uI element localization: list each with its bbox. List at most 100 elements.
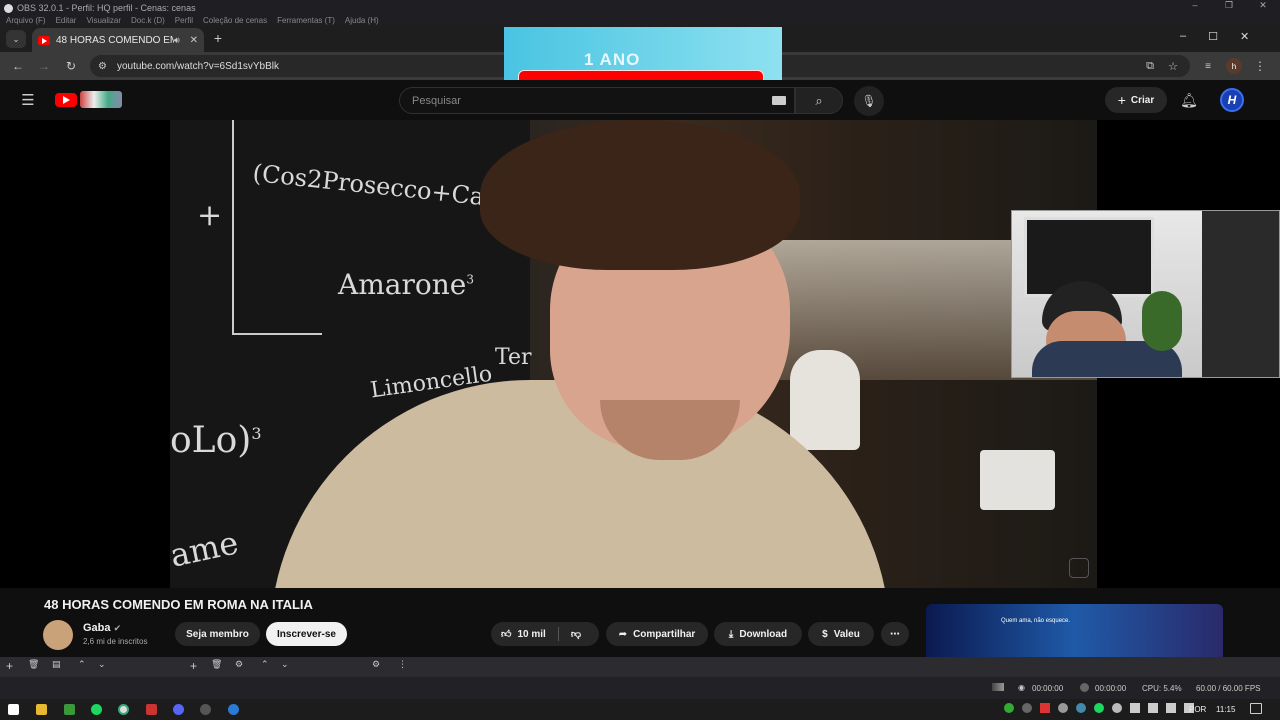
remove-source-icon[interactable]: 🗑︎ xyxy=(211,659,222,670)
tray-icon[interactable] xyxy=(1112,703,1122,713)
obs-taskbar-icon[interactable] xyxy=(200,704,211,715)
forward-icon[interactable]: → xyxy=(36,58,52,74)
speaker-icon[interactable]: 🔊︎ xyxy=(174,35,180,46)
video-title: 48 HORAS COMENDO EM ROMA NA ITALIA xyxy=(44,597,313,612)
chalk-amarone-text: Amarone xyxy=(338,268,467,301)
remove-scene-icon[interactable]: 🗑︎ xyxy=(28,659,39,670)
dislike-icon[interactable]: 👎︎ xyxy=(571,628,581,640)
notifications-bell-icon[interactable]: 🔔︎ xyxy=(1180,91,1198,109)
search-input[interactable]: Pesquisar xyxy=(399,87,795,114)
move-down-icon[interactable]: ⌄ xyxy=(98,659,106,670)
person-hair xyxy=(480,120,800,270)
browser-menu-icon[interactable]: ⋮ xyxy=(1254,58,1266,74)
source-down-icon[interactable]: ⌄ xyxy=(281,659,289,670)
file-explorer-icon[interactable] xyxy=(36,704,47,715)
tray-icon[interactable] xyxy=(1130,703,1140,713)
download-button[interactable]: ⤓ Download xyxy=(714,622,802,646)
voice-search-button[interactable]: 🎙︎ xyxy=(854,86,884,116)
account-avatar[interactable]: H xyxy=(1220,88,1244,112)
spotify-icon[interactable] xyxy=(91,704,102,715)
cast-icon[interactable]: ⧉ xyxy=(1146,60,1154,73)
chalk-fragment-text: oLo) xyxy=(170,420,252,461)
tray-icon[interactable] xyxy=(1094,703,1104,713)
record-time: 00:00:00 xyxy=(1095,684,1127,693)
browser-close-icon[interactable]: ✕ xyxy=(1240,30,1249,43)
menu-scene-collection[interactable]: Coleção de cenas xyxy=(203,16,267,25)
subscriber-count: 2,6 mi de inscritos xyxy=(83,637,148,646)
site-info-icon[interactable]: ⚙ xyxy=(98,61,107,72)
app-icon-2[interactable] xyxy=(146,704,157,715)
scene-filter-icon[interactable]: ▤ xyxy=(52,659,61,670)
menu-file[interactable]: Arquivo (F) xyxy=(6,16,46,25)
obs-title-bar: OBS 32.0.1 - Perfil: HQ perfil - Cenas: … xyxy=(0,0,1280,16)
join-button[interactable]: Seja membro xyxy=(175,622,260,646)
discord-icon[interactable] xyxy=(173,704,184,715)
like-count[interactable]: 10 mil xyxy=(517,629,545,640)
language-indicator[interactable]: POR xyxy=(1189,705,1206,714)
create-label: Criar xyxy=(1130,94,1155,106)
obs-menu-bar: Arquivo (F) Editar Visualizar Doc.k (D) … xyxy=(0,16,1280,25)
add-source-icon[interactable]: + xyxy=(190,659,197,673)
menu-docks[interactable]: Doc.k (D) xyxy=(131,16,165,25)
wifi-icon[interactable] xyxy=(1166,703,1176,713)
tab-close-icon[interactable]: ✕ xyxy=(190,35,198,46)
mixer-menu-icon[interactable]: ⋮ xyxy=(398,659,407,670)
app-icon-3[interactable] xyxy=(228,704,239,715)
menu-edit[interactable]: Editar xyxy=(56,16,77,25)
promo-card[interactable]: Quem ama, não esquece. xyxy=(926,604,1223,664)
source-up-icon[interactable]: ⌃ xyxy=(261,659,269,670)
stream-time: 00:00:00 xyxy=(1032,684,1064,693)
mixer-settings-icon[interactable]: ⚙ xyxy=(372,659,380,670)
source-settings-icon[interactable]: ⚙ xyxy=(235,659,243,670)
menu-help[interactable]: Ajuda (H) xyxy=(345,16,379,25)
thanks-button[interactable]: $ Valeu xyxy=(808,622,874,646)
subscribe-button[interactable]: Inscrever-se xyxy=(266,622,347,646)
video-frame[interactable]: + (Cos2Prosecco+Caprese) Amarone3 Limonc… xyxy=(170,120,1097,588)
new-tab-icon[interactable]: + xyxy=(210,30,226,46)
bookmark-star-icon[interactable]: ☆ xyxy=(1168,60,1178,73)
notification-center-icon[interactable] xyxy=(1250,703,1262,714)
hamburger-menu-icon[interactable]: ☰ xyxy=(20,92,36,109)
move-up-icon[interactable]: ⌃ xyxy=(78,659,86,670)
keyboard-icon[interactable] xyxy=(772,96,786,105)
restore-icon[interactable]: ❐ xyxy=(1212,0,1246,11)
reload-icon[interactable]: ↻ xyxy=(63,58,79,74)
browser-maximize-icon[interactable]: ☐ xyxy=(1208,30,1218,43)
app-icon-1[interactable] xyxy=(64,704,75,715)
browser-tab-youtube[interactable]: 48 HORAS COMENDO EM R 🔊︎ ✕ xyxy=(32,28,204,52)
download-icon: ⤓ xyxy=(728,628,734,640)
youtube-doodle-logo[interactable] xyxy=(80,91,122,108)
add-scene-icon[interactable]: + xyxy=(6,659,13,673)
channel-watermark-icon[interactable] xyxy=(1069,558,1089,578)
menu-view[interactable]: Visualizar xyxy=(86,16,121,25)
tray-icon[interactable] xyxy=(1076,703,1086,713)
more-actions-button[interactable]: ⋯ xyxy=(881,622,909,646)
tray-icon[interactable] xyxy=(1004,703,1014,713)
create-button[interactable]: + Criar xyxy=(1105,87,1167,113)
menu-tools[interactable]: Ferramentas (T) xyxy=(277,16,335,25)
more-icon: ⋯ xyxy=(890,628,900,640)
battery-icon[interactable] xyxy=(1148,703,1158,713)
youtube-logo-icon[interactable] xyxy=(55,93,77,107)
tray-icon[interactable] xyxy=(1022,703,1032,713)
chalk-amarone: Amarone3 xyxy=(338,268,474,301)
close-icon[interactable]: ✕ xyxy=(1246,0,1280,11)
tray-icon[interactable] xyxy=(1040,703,1050,713)
tray-icon[interactable] xyxy=(1058,703,1068,713)
share-button[interactable]: ➦ Compartilhar xyxy=(606,622,708,646)
download-label: Download xyxy=(739,628,788,640)
channel-name[interactable]: Gaba ✔ xyxy=(83,622,121,634)
media-controls-icon[interactable]: ≡ xyxy=(1200,58,1216,74)
menu-profile[interactable]: Perfil xyxy=(175,16,193,25)
profile-avatar[interactable]: h xyxy=(1226,58,1242,74)
chrome-icon[interactable] xyxy=(118,704,129,715)
taskbar-clock[interactable]: 11:15 xyxy=(1216,705,1235,714)
minimize-icon[interactable]: – xyxy=(1178,0,1212,11)
tab-search-icon[interactable]: ⌄ xyxy=(6,30,26,48)
back-icon[interactable]: ← xyxy=(10,58,26,74)
like-icon[interactable]: 👍︎ xyxy=(501,628,511,640)
browser-minimize-icon[interactable]: – xyxy=(1180,30,1186,43)
search-button[interactable]: ⌕ xyxy=(795,87,843,114)
windows-start-icon[interactable] xyxy=(8,704,19,715)
channel-avatar[interactable] xyxy=(43,620,73,650)
